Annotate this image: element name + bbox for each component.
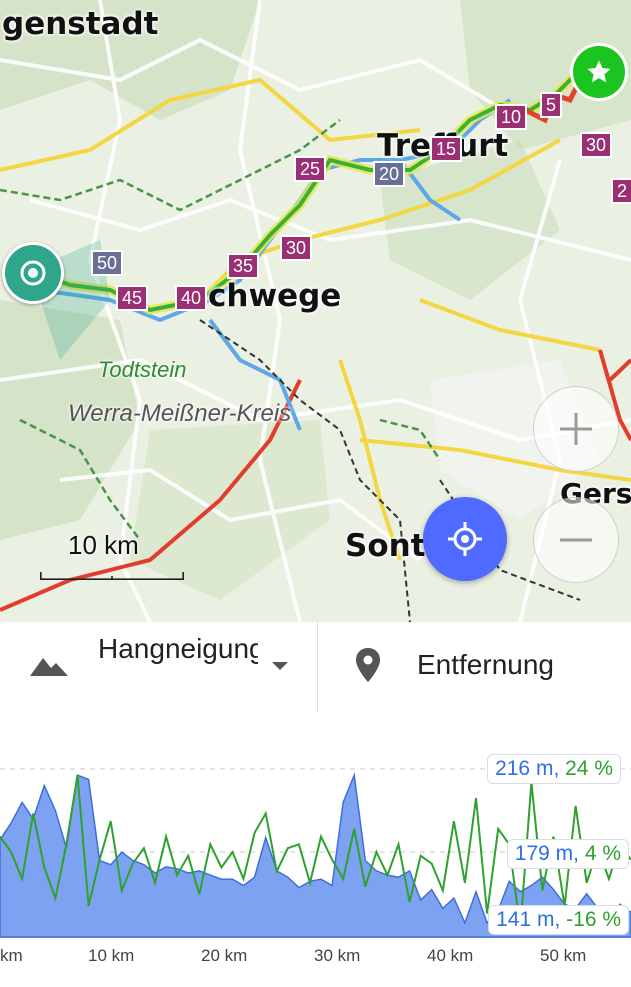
distance-selector[interactable]: Entfernung (317, 622, 631, 712)
location-pin-icon (356, 648, 380, 682)
place-label-sontra: Sont (345, 528, 426, 564)
district-label: Werra-Meißner-Kreis (68, 400, 292, 427)
km-marker: 15 (430, 136, 463, 162)
start-target-icon (20, 260, 46, 286)
x-tick-label: 20 km (201, 946, 248, 965)
altitude-value: 216 m, (495, 757, 560, 780)
altitude-value: 141 m, (496, 908, 561, 931)
altitude-value: 179 m, (514, 842, 579, 865)
mountain-icon (30, 658, 68, 676)
map-view[interactable]: genstadt Treffurt chwege Sont Gers Todts… (0, 0, 631, 622)
slope-value: 24 % (565, 757, 613, 780)
x-tick-label: 10 km (88, 946, 135, 965)
x-tick-label: 40 km (427, 946, 474, 965)
km-marker: 35 (227, 253, 260, 279)
mid-elevation-badge: 179 m, 4 % (506, 839, 629, 869)
x-tick-label: 50 km (540, 946, 587, 965)
min-elevation-badge: 141 m, -16 % (488, 905, 629, 935)
km-marker: 10 (495, 104, 528, 130)
x-tick-label: km (0, 946, 23, 965)
km-marker: 45 (116, 285, 149, 311)
distance-label: Entfernung (417, 649, 554, 680)
minus-icon (560, 538, 592, 542)
slope-value: 4 % (584, 842, 621, 865)
crosshair-icon (448, 522, 482, 556)
place-label-eisenach: genstadt (2, 6, 159, 42)
km-marker: 5 (540, 92, 563, 118)
chevron-down-icon (272, 662, 288, 670)
scale-label: 10 km (68, 530, 139, 560)
km-marker: 40 (175, 285, 208, 311)
km-marker: 25 (294, 156, 327, 182)
km-marker: 20 (373, 161, 406, 187)
elevation-profile[interactable]: 216 m, 24 % 179 m, 4 % 141 m, -16 % km 1… (0, 712, 631, 987)
zoom-in-button[interactable] (533, 386, 619, 472)
slope-altitude-dropdown[interactable]: Hangneigung/Höhe (0, 622, 316, 712)
km-marker: 50 (91, 250, 124, 276)
km-marker: 2 (611, 178, 631, 204)
nature-label-todtstein: Todtstein (98, 357, 187, 382)
star-icon (587, 60, 611, 83)
x-tick-label: 30 km (314, 946, 361, 965)
dropdown-label: Hangneigung/Höhe (98, 633, 258, 664)
start-location-marker[interactable] (2, 242, 64, 304)
plus-icon (560, 413, 592, 445)
place-label-eschwege: chwege (208, 278, 342, 314)
scale-bar (40, 572, 184, 580)
km-marker: 30 (580, 132, 613, 158)
slope-value: -16 % (566, 908, 621, 931)
km-marker: 30 (280, 235, 313, 261)
my-location-button[interactable] (423, 497, 507, 581)
zoom-out-button[interactable] (533, 497, 619, 583)
finish-marker[interactable] (570, 43, 628, 101)
profile-controls: Hangneigung/Höhe Entfernung (0, 622, 631, 713)
max-elevation-badge: 216 m, 24 % (487, 754, 621, 784)
